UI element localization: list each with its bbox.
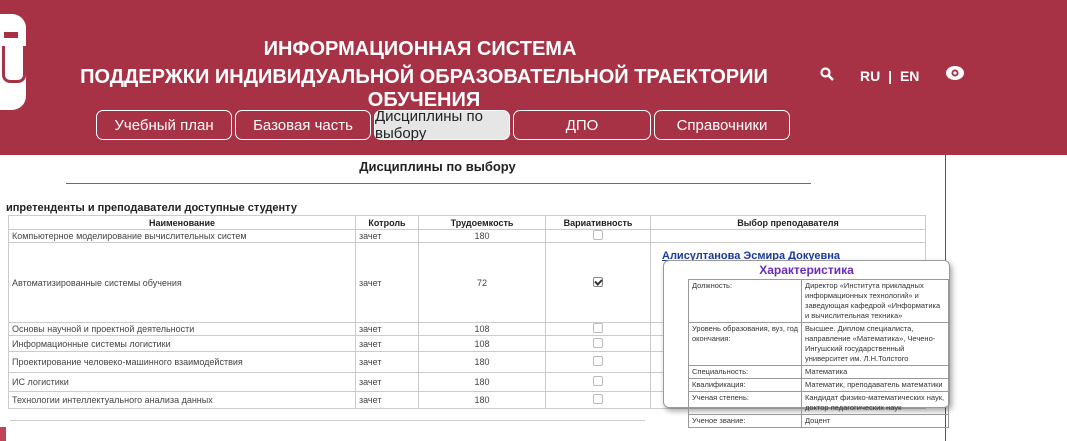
discipline-control: зачет <box>355 229 419 243</box>
bottom-divider <box>10 420 645 421</box>
lang-separator: | <box>888 68 893 84</box>
discipline-hours: 180 <box>418 372 546 392</box>
table-header-row: Наименование Котроль Трудоемкость Вариат… <box>8 215 926 230</box>
nav-study-plan[interactable]: Учебный план <box>96 110 232 140</box>
discipline-name: Компьютерное моделирование вычислительны… <box>8 229 356 243</box>
discipline-name: Информационные системы логистики <box>8 335 356 352</box>
nav-basic-part[interactable]: Базовая часть <box>235 110 371 140</box>
lang-ru-link[interactable]: RU <box>860 68 880 84</box>
info-row: Уровень образования, вуз, год окончания:… <box>688 322 949 366</box>
info-value: Директор «Института прикладных информаци… <box>801 279 949 323</box>
info-row: Должность: Директор «Института прикладны… <box>688 279 949 323</box>
discipline-control: зачет <box>355 335 419 352</box>
section-subtitle: ипретенденты и преподаватели доступные с… <box>6 202 297 214</box>
info-label: Специальность: <box>688 365 802 379</box>
info-value: Математика <box>801 365 949 379</box>
variability-checkbox[interactable] <box>593 323 603 333</box>
teacher-cell <box>650 229 926 243</box>
variability-checkbox[interactable] <box>593 376 603 386</box>
info-value: Высшее. Диплом специалиста, направление … <box>801 322 949 366</box>
variability-checkbox[interactable] <box>593 394 603 404</box>
discipline-control: зачет <box>355 322 419 336</box>
info-row: Ученое звание: Доцент <box>688 414 949 428</box>
nav-dpo[interactable]: ДПО <box>513 110 651 140</box>
table-row: Компьютерное моделирование вычислительны… <box>8 229 926 243</box>
lang-en-link[interactable]: EN <box>900 68 919 84</box>
info-label: Ученая степень: <box>688 391 802 415</box>
nav-electives[interactable]: Дисциплины по выбору <box>374 108 510 142</box>
discipline-control: зачет <box>355 391 419 409</box>
popup-title: Характеристика <box>759 263 854 277</box>
col-teacher-header: Выбор преподавателя <box>650 215 926 230</box>
col-name-header: Наименование <box>8 215 356 230</box>
discipline-hours: 180 <box>418 229 546 243</box>
discipline-hours: 72 <box>418 242 546 323</box>
variability-checkbox[interactable] <box>593 337 603 348</box>
discipline-control: зачет <box>355 242 419 323</box>
discipline-control: зачет <box>355 372 419 392</box>
variability-checkbox[interactable] <box>593 276 603 287</box>
teacher-characteristic-popup: Характеристика Должность: Директор «Инст… <box>663 260 950 428</box>
system-title-line1: ИНФОРМАЦИОННАЯ СИСТЕМА <box>263 38 577 60</box>
info-value: Математик, преподаватель математики <box>801 378 949 392</box>
search-icon[interactable] <box>820 67 834 81</box>
scroll-marker <box>0 427 6 441</box>
system-title-line2: ПОДДЕРЖКИ ИНДИВИДУАЛЬНОЙ ОБРАЗОВАТЕЛЬНОЙ… <box>80 66 768 111</box>
discipline-hours: 108 <box>418 322 546 336</box>
info-value: Доцент <box>801 414 949 428</box>
nav-reference[interactable]: Справочники <box>654 110 790 140</box>
info-value: Кандидат физико-математических наук, док… <box>801 391 949 415</box>
discipline-control: зачет <box>355 351 419 373</box>
university-logo-icon[interactable] <box>0 14 26 110</box>
info-row: Ученая степень: Кандидат физико-математи… <box>688 391 949 415</box>
info-label: Уровень образования, вуз, год окончания: <box>688 322 802 366</box>
discipline-hours: 180 <box>418 391 546 409</box>
teacher-info-table: Должность: Директор «Института прикладны… <box>688 279 949 428</box>
variability-checkbox[interactable] <box>593 356 603 366</box>
language-switcher: RU | EN <box>860 68 919 84</box>
info-label: Ученое звание: <box>688 414 802 428</box>
page-title: Дисциплины по выбору <box>359 159 516 174</box>
info-label: Должность: <box>688 279 802 323</box>
discipline-hours: 180 <box>418 351 546 373</box>
info-label: Квалификация: <box>688 378 802 392</box>
info-row: Квалификация: Математик, преподаватель м… <box>688 378 949 392</box>
title-divider <box>66 183 811 184</box>
discipline-name: ИС логистики <box>8 372 356 392</box>
eye-icon[interactable] <box>945 65 965 81</box>
col-control-header: Котроль <box>355 215 419 230</box>
discipline-hours: 108 <box>418 335 546 352</box>
discipline-name: Проектирование человеко-машинного взаимо… <box>8 351 356 373</box>
discipline-name: Автоматизированные системы обучения <box>8 242 356 323</box>
discipline-name: Основы научной и проектной деятельности <box>8 322 356 336</box>
variability-checkbox[interactable] <box>593 230 603 240</box>
info-row: Специальность: Математика <box>688 365 949 379</box>
discipline-name: Технологии интеллектуального анализа дан… <box>8 391 356 409</box>
col-hours-header: Трудоемкость <box>418 215 546 230</box>
col-variability-header: Вариативность <box>545 215 651 230</box>
